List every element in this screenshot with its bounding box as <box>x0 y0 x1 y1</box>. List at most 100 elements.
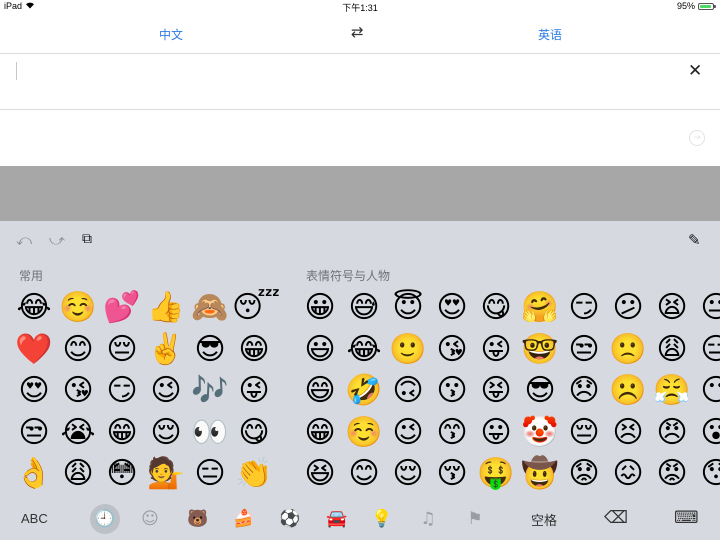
target-language-button[interactable]: 英语 <box>538 26 562 43</box>
submit-arrow-icon[interactable]: → <box>689 130 705 146</box>
emoji-key[interactable]: 😣 <box>606 412 650 454</box>
emoji-key[interactable]: 👏 <box>232 453 276 495</box>
category-travel-icon[interactable]: 🚘 <box>325 509 349 529</box>
emoji-key[interactable]: 😜 <box>474 329 518 371</box>
emoji-key[interactable]: 🤗 <box>518 287 562 329</box>
emoji-key[interactable]: 🤡 <box>518 412 562 454</box>
hide-keyboard-icon[interactable]: ⌨ <box>674 508 699 528</box>
emoji-key[interactable]: 😌 <box>144 412 188 454</box>
emoji-key[interactable]: 😂 <box>12 287 56 329</box>
handwriting-pen-icon[interactable]: ✎ <box>688 231 701 249</box>
emoji-key[interactable]: 😴 <box>232 287 280 329</box>
emoji-key[interactable]: 😁 <box>100 412 144 454</box>
emoji-key[interactable]: 😆 <box>298 453 342 495</box>
category-flags-icon[interactable]: ⚑ <box>463 509 487 529</box>
emoji-key[interactable]: 😃 <box>298 329 342 371</box>
emoji-key[interactable]: 😟 <box>562 453 606 495</box>
category-symbols-icon[interactable]: ♫ <box>416 509 440 529</box>
emoji-key[interactable]: 😌 <box>386 453 430 495</box>
emoji-key[interactable]: 😐 <box>694 287 720 329</box>
category-animals-icon[interactable]: 🐻 <box>186 509 210 529</box>
emoji-key[interactable]: 😉 <box>386 412 430 454</box>
emoji-key[interactable]: 😫 <box>650 287 694 329</box>
source-language-button[interactable]: 中文 <box>159 26 183 43</box>
emoji-key[interactable]: 👍 <box>144 287 188 329</box>
emoji-key[interactable]: ✌️ <box>144 329 188 371</box>
emoji-key[interactable]: 😉 <box>144 370 188 412</box>
emoji-key[interactable]: 😞 <box>562 370 606 412</box>
space-key[interactable]: 空格 <box>531 510 557 529</box>
emoji-key[interactable]: 😋 <box>474 287 518 329</box>
emoji-key[interactable]: 😑 <box>188 453 232 495</box>
emoji-key[interactable]: 😁 <box>232 329 276 371</box>
emoji-key[interactable]: ❤️ <box>12 329 56 371</box>
emoji-key[interactable]: ☺️ <box>56 287 100 329</box>
emoji-key[interactable]: 😂 <box>342 329 386 371</box>
emoji-key[interactable]: 😄 <box>298 370 342 412</box>
backspace-icon[interactable]: ⌫ <box>604 508 628 528</box>
emoji-key[interactable]: 😎 <box>518 370 562 412</box>
category-smileys-icon[interactable]: ☺ <box>138 509 162 529</box>
emoji-key[interactable]: 😮 <box>694 412 720 454</box>
emoji-key[interactable]: 🙂 <box>386 329 430 371</box>
emoji-key[interactable]: 😩 <box>650 329 694 371</box>
emoji-key[interactable]: 🙈 <box>188 287 232 329</box>
swap-languages-icon[interactable]: ⇄ <box>351 23 364 41</box>
emoji-key[interactable]: 😠 <box>650 412 694 454</box>
category-recent-icon[interactable]: 🕘 <box>90 504 120 534</box>
emoji-key[interactable]: 😝 <box>474 370 518 412</box>
emoji-key[interactable]: 😭 <box>56 412 100 454</box>
emoji-key[interactable]: 😒 <box>562 329 606 371</box>
category-food-icon[interactable]: 🍰 <box>232 509 256 529</box>
emoji-key[interactable]: 😩 <box>56 453 100 495</box>
emoji-key[interactable]: 😒 <box>12 412 56 454</box>
emoji-key[interactable]: 🙃 <box>386 370 430 412</box>
emoji-key[interactable]: 😗 <box>430 370 474 412</box>
abc-key[interactable]: ABC <box>21 511 48 526</box>
emoji-key[interactable]: 😏 <box>562 287 606 329</box>
emoji-key[interactable]: 😳 <box>100 453 144 495</box>
emoji-key[interactable]: 😇 <box>386 287 430 329</box>
emoji-key[interactable]: 🤓 <box>518 329 562 371</box>
emoji-key[interactable]: 💁 <box>144 453 188 495</box>
emoji-key[interactable]: 😘 <box>430 329 474 371</box>
emoji-key[interactable]: 😡 <box>650 453 694 495</box>
emoji-key[interactable]: 👌 <box>12 453 56 495</box>
emoji-key[interactable]: 🤣 <box>342 370 386 412</box>
emoji-key[interactable]: 😍 <box>12 370 56 412</box>
emoji-key[interactable]: 😀 <box>298 287 342 329</box>
emoji-key[interactable]: 😎 <box>188 329 232 371</box>
emoji-key[interactable]: 😜 <box>232 370 276 412</box>
emoji-key[interactable]: 😏 <box>100 370 144 412</box>
category-activity-icon[interactable]: ⚽ <box>278 509 302 529</box>
emoji-key[interactable]: 🤠 <box>518 453 562 495</box>
emoji-key[interactable]: 😙 <box>430 412 474 454</box>
emoji-key[interactable]: 😅 <box>342 287 386 329</box>
redo-icon[interactable]: ⤻ <box>49 231 65 249</box>
emoji-key[interactable]: 🙁 <box>606 329 650 371</box>
emoji-key[interactable]: 😘 <box>56 370 100 412</box>
emoji-key[interactable]: ☺️ <box>342 412 386 454</box>
emoji-key[interactable]: 👀 <box>188 412 232 454</box>
emoji-key[interactable]: 😖 <box>606 453 650 495</box>
translation-input[interactable]: ✕ <box>0 54 720 110</box>
emoji-key[interactable]: 😶 <box>694 370 720 412</box>
undo-icon[interactable]: ⤺ <box>16 231 32 249</box>
emoji-key[interactable]: 😋 <box>232 412 276 454</box>
emoji-key[interactable]: 😊 <box>56 329 100 371</box>
emoji-key[interactable]: 🤑 <box>474 453 518 495</box>
category-objects-icon[interactable]: 💡 <box>370 509 394 529</box>
emoji-key[interactable]: 😍 <box>430 287 474 329</box>
emoji-key[interactable]: 🎶 <box>188 370 232 412</box>
emoji-key[interactable]: 😁 <box>298 412 342 454</box>
emoji-key[interactable]: 😕 <box>606 287 650 329</box>
emoji-key[interactable]: 😑 <box>694 329 720 371</box>
emoji-key[interactable]: 😊 <box>342 453 386 495</box>
emoji-key[interactable]: 😔 <box>562 412 606 454</box>
emoji-key[interactable]: 😚 <box>430 453 474 495</box>
emoji-key[interactable]: 😛 <box>474 412 518 454</box>
paste-icon[interactable]: ⧉ <box>82 231 92 247</box>
clear-icon[interactable]: ✕ <box>688 61 702 81</box>
emoji-key[interactable]: 😔 <box>100 329 144 371</box>
emoji-key[interactable]: ☹️ <box>606 370 650 412</box>
